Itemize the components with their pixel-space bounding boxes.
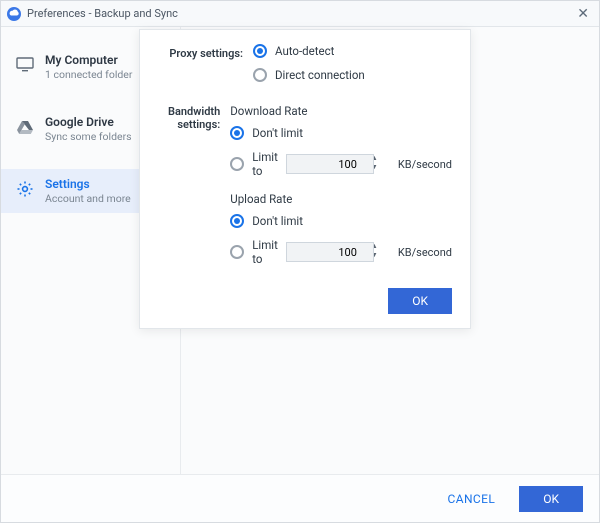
- radio-label: Direct connection: [275, 68, 365, 82]
- radio-label: Don't limit: [252, 214, 303, 228]
- download-limit-input[interactable]: [286, 154, 374, 174]
- proxy-auto-detect-option[interactable]: Auto-detect: [253, 44, 452, 58]
- proxy-settings-label: Proxy settings:: [158, 44, 253, 60]
- sidebar-item-subtitle: Sync some folders: [45, 130, 132, 143]
- upload-limit-to-option[interactable]: Limit to ▲ ▼ KB/second: [230, 238, 452, 266]
- radio-icon[interactable]: [253, 68, 267, 82]
- radio-icon[interactable]: [253, 44, 267, 58]
- bandwidth-settings-label: Bandwidth settings:: [158, 102, 230, 131]
- window-title: Preferences - Backup and Sync: [27, 7, 178, 20]
- cloud-sync-icon: [7, 7, 21, 21]
- radio-icon[interactable]: [230, 126, 244, 140]
- radio-label: Don't limit: [252, 126, 303, 140]
- radio-icon[interactable]: [230, 214, 244, 228]
- download-rate-heading: Download Rate: [230, 104, 452, 118]
- cancel-button[interactable]: CANCEL: [432, 486, 512, 512]
- ok-button[interactable]: OK: [519, 486, 583, 512]
- upload-rate-heading: Upload Rate: [230, 192, 452, 206]
- sidebar-item-title: Google Drive: [45, 115, 132, 129]
- sidebar-item-title: Settings: [45, 177, 131, 191]
- network-settings-dialog: Proxy settings: Auto-detect Direct conne…: [139, 29, 471, 329]
- preferences-window: Preferences - Backup and Sync ✕ My Compu…: [0, 0, 600, 523]
- footer: CANCEL OK: [1, 474, 599, 522]
- upload-limit-input[interactable]: [286, 242, 374, 262]
- monitor-icon: [15, 55, 35, 75]
- radio-icon[interactable]: [230, 157, 244, 171]
- drive-icon: [15, 117, 35, 137]
- body: My Computer 1 connected folder Google Dr…: [1, 27, 599, 474]
- radio-label: Limit to: [252, 238, 278, 266]
- download-limit-to-option[interactable]: Limit to ▲ ▼ KB/second: [230, 150, 452, 178]
- proxy-direct-option[interactable]: Direct connection: [253, 68, 452, 82]
- gear-icon: [15, 179, 35, 199]
- dialog-ok-button[interactable]: OK: [388, 288, 452, 314]
- sidebar-item-subtitle: 1 connected folder: [45, 68, 132, 81]
- radio-label: Auto-detect: [275, 44, 334, 58]
- close-icon[interactable]: ✕: [573, 4, 593, 24]
- main-area: Proxy settings: Auto-detect Direct conne…: [181, 27, 599, 474]
- radio-icon[interactable]: [230, 245, 244, 259]
- radio-label: Limit to: [252, 150, 278, 178]
- upload-limit-unit: KB/second: [398, 246, 452, 259]
- download-dont-limit-option[interactable]: Don't limit: [230, 126, 452, 140]
- download-limit-unit: KB/second: [398, 158, 452, 171]
- sidebar-item-subtitle: Account and more: [45, 192, 131, 205]
- sidebar-item-title: My Computer: [45, 53, 132, 67]
- upload-dont-limit-option[interactable]: Don't limit: [230, 214, 452, 228]
- titlebar: Preferences - Backup and Sync ✕: [1, 1, 599, 27]
